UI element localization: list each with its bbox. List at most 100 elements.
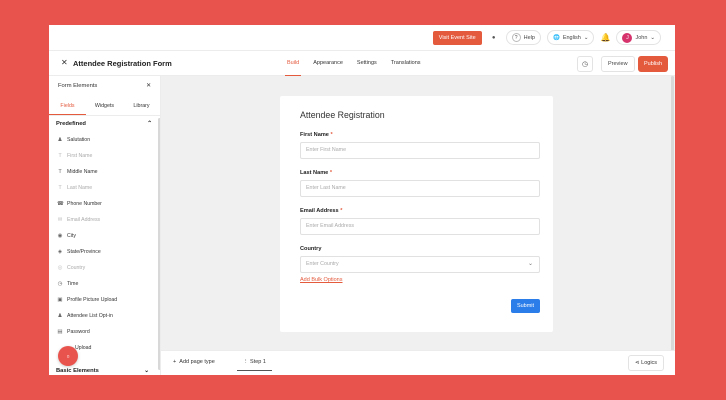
preview-button[interactable]: Preview: [601, 56, 635, 72]
country-label: Country: [300, 246, 322, 252]
field-list: ♟ Salutation T First Name T Middle Name T La…: [49, 132, 160, 356]
form-heading: Attendee Registration: [300, 110, 385, 120]
chevron-down-icon: ⌄: [583, 34, 589, 41]
sidebar-tabs: Fields Widgets Library: [49, 96, 160, 116]
editor-tabs: Build Appearance Settings Translations: [285, 51, 423, 76]
tab-library[interactable]: Library: [123, 96, 160, 115]
field-phone-number[interactable]: ☎ Phone Number: [49, 196, 160, 212]
logics-label: Logics: [641, 360, 658, 366]
form-canvas: Attendee Registration First Name * Enter…: [161, 76, 675, 350]
close-icon[interactable]: ✕: [146, 83, 151, 89]
canvas-scrollbar[interactable]: [671, 76, 674, 356]
country-select[interactable]: Enter Country ⌄: [300, 256, 540, 273]
phone-icon: ☎: [57, 201, 64, 207]
publish-button[interactable]: Publish: [638, 56, 669, 72]
history-icon[interactable]: ◷: [577, 56, 593, 72]
bell-icon[interactable]: 🔔: [600, 33, 610, 42]
page-bar: + Add page type ⋮ Step 1 ⋖ Logics: [161, 350, 675, 375]
chevron-down-icon: ⌄: [527, 261, 533, 267]
field-password[interactable]: ▤ Password: [49, 324, 160, 340]
field-label: First Name: [67, 153, 93, 159]
field-label: Email Address: [67, 217, 101, 223]
country-placeholder: Enter Country: [306, 261, 339, 267]
text-icon: T: [58, 153, 62, 159]
tab-fields[interactable]: Fields: [49, 96, 86, 115]
field-state-province[interactable]: ◈ State/Province: [49, 244, 160, 260]
form-elements-sidebar: Form Elements ✕ Fields Widgets Library P…: [49, 76, 161, 375]
email-input[interactable]: Enter Email Address: [300, 218, 540, 235]
required-mark: *: [329, 170, 333, 176]
field-time[interactable]: ◷ Time: [49, 276, 160, 292]
user-menu[interactable]: J John ⌄: [616, 30, 661, 45]
field-country: ◎ Country: [49, 260, 160, 276]
top-bar: Visit Event Site ● ? Help 🌐 English ⌄ 🔔 …: [49, 25, 675, 51]
add-page-type-button[interactable]: + Add page type: [173, 359, 215, 365]
drag-handle-icon: ⋮: [243, 359, 249, 365]
sidebar-header: Form Elements ✕: [49, 76, 160, 96]
section-predefined[interactable]: Predefined ⌃: [49, 116, 160, 132]
mail-icon: ✉: [57, 217, 63, 223]
language-select[interactable]: 🌐 English ⌄: [546, 30, 595, 45]
step-tab[interactable]: ⋮ Step 1: [237, 354, 272, 371]
tab-appearance[interactable]: Appearance: [311, 51, 345, 76]
tab-settings[interactable]: Settings: [355, 51, 379, 76]
field-salutation[interactable]: ♟ Salutation: [49, 132, 160, 148]
chat-icon[interactable]: ▫: [58, 346, 78, 366]
field-label: Time: [67, 281, 79, 287]
tab-widgets[interactable]: Widgets: [86, 96, 123, 115]
avatar: J: [622, 32, 633, 43]
chevron-up-icon: ⌃: [147, 121, 152, 127]
last-name-input[interactable]: Enter Last Name: [300, 180, 540, 197]
field-label: Salutation: [67, 137, 91, 143]
field-profile-picture-upload[interactable]: ▣ Profile Picture Upload: [49, 292, 160, 308]
field-city[interactable]: ◉ City: [49, 228, 160, 244]
field-label: Upload: [75, 345, 92, 351]
field-email-address: ✉ Email Address: [49, 212, 160, 228]
field-label: Profile Picture Upload: [67, 297, 118, 303]
field-middle-name[interactable]: T Middle Name: [49, 164, 160, 180]
step-label: Step 1: [250, 359, 266, 365]
section-predefined-label: Predefined: [56, 121, 86, 127]
first-name-label: First Name *: [300, 132, 333, 138]
add-bulk-options-link[interactable]: Add Bulk Options: [300, 277, 343, 283]
help-icon: ?: [511, 33, 521, 42]
field-attendee-list-opt-in[interactable]: ♟ Attendee List Opt-in: [49, 308, 160, 324]
map-icon: ◈: [57, 249, 63, 255]
add-page-label: Add page type: [179, 359, 215, 365]
form-title: Attendee Registration Form: [73, 59, 172, 68]
field-first-name: T First Name: [49, 148, 160, 164]
clock-icon: ◷: [57, 281, 63, 287]
field-label: Phone Number: [67, 201, 102, 207]
logics-button[interactable]: ⋖ Logics: [628, 355, 665, 371]
text-icon: T: [58, 185, 62, 191]
first-name-input[interactable]: Enter First Name: [300, 142, 540, 159]
label-text: Email Address: [300, 208, 339, 214]
location-icon: ◉: [57, 233, 63, 239]
people-icon: ♟: [57, 313, 63, 319]
app-window: Visit Event Site ● ? Help 🌐 English ⌄ 🔔 …: [49, 25, 675, 375]
chevron-down-icon: ⌄: [144, 368, 149, 374]
tab-build[interactable]: Build: [285, 51, 302, 76]
section-basic-elements[interactable]: Basic Elements ⌄: [49, 365, 157, 375]
required-mark: *: [340, 208, 343, 214]
last-name-label: Last Name *: [300, 170, 332, 176]
text-icon: T: [58, 169, 62, 175]
section-basic-label: Basic Elements: [56, 368, 99, 374]
editor-bar: ✕ Attendee Registration Form Build Appea…: [49, 51, 675, 76]
share-icon: ⋖: [635, 360, 640, 366]
globe-icon: 🌐: [552, 34, 560, 41]
chevron-down-icon: ⌄: [650, 34, 655, 41]
tab-translations[interactable]: Translations: [389, 51, 423, 76]
submit-button[interactable]: Submit: [511, 299, 540, 313]
field-label: State/Province: [67, 249, 101, 255]
field-label: Country: [67, 265, 86, 271]
lightbulb-icon[interactable]: ●: [488, 32, 500, 44]
lock-icon: ▤: [57, 329, 63, 335]
globe-icon: ◎: [57, 265, 63, 271]
required-mark: *: [330, 132, 333, 138]
form-card: Attendee Registration First Name * Enter…: [280, 96, 553, 332]
image-icon: ▣: [57, 297, 63, 303]
visit-event-site-button[interactable]: Visit Event Site: [432, 30, 482, 45]
close-icon[interactable]: ✕: [61, 58, 68, 67]
help-button[interactable]: ? Help: [505, 30, 541, 45]
